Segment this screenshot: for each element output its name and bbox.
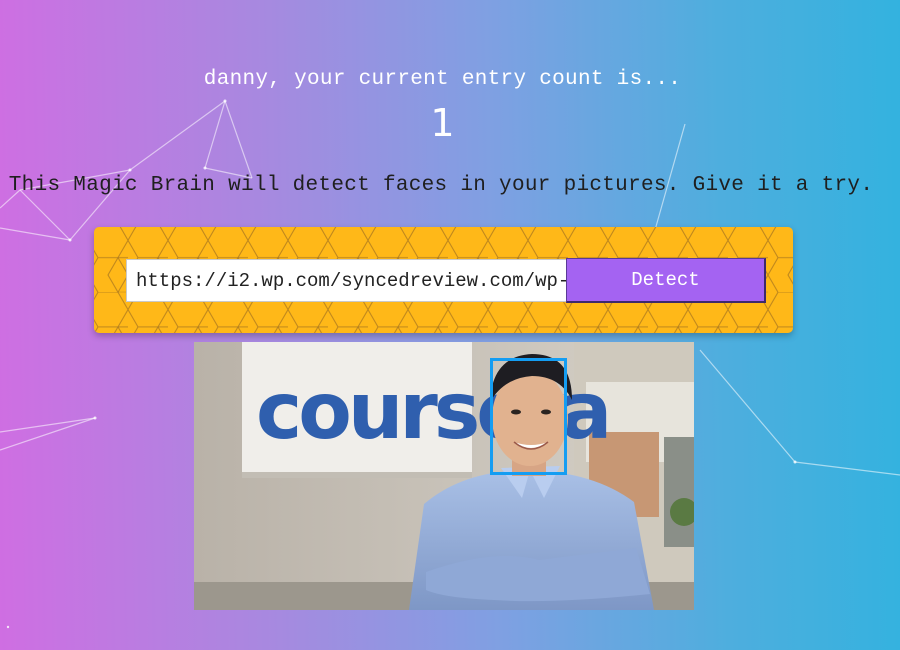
- intro-text: This Magic Brain will detect faces in yo…: [8, 174, 874, 197]
- detect-button[interactable]: Detect: [566, 258, 766, 303]
- input-photo: coursera: [194, 342, 694, 610]
- face-bounding-box: [490, 358, 567, 475]
- entry-count-value: 1: [430, 101, 455, 145]
- image-url-input[interactable]: [126, 259, 567, 302]
- entry-count-greeting: danny, your current entry count is...: [203, 68, 682, 91]
